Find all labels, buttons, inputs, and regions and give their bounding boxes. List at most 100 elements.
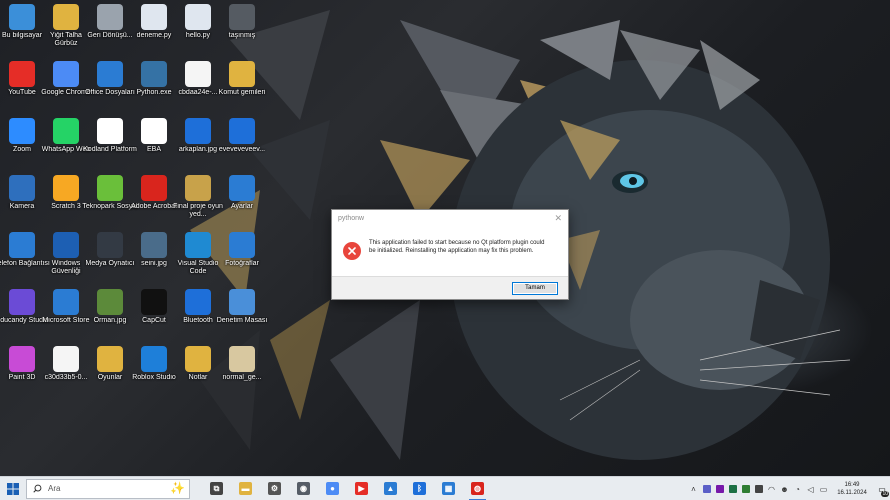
notification-count: 10 (881, 491, 889, 497)
youtube-icon: ▶ (355, 482, 368, 495)
teams-icon[interactable] (700, 477, 713, 500)
taskbar-app[interactable]: ● (318, 477, 347, 500)
camera-icon: ◉ (297, 482, 310, 495)
dialog-titlebar[interactable]: pythonw ✕ (332, 210, 568, 226)
taskbar-app[interactable]: ⚙ (260, 477, 289, 500)
media-player-icon (97, 232, 123, 258)
kodland-icon (97, 118, 123, 144)
python-error-icon: ◍ (471, 482, 484, 495)
image-file-icon (141, 232, 167, 258)
onenote-icon[interactable] (713, 477, 726, 500)
volume-icon[interactable]: ◁ (804, 477, 817, 500)
chrome-icon: ● (326, 482, 339, 495)
close-icon[interactable]: ✕ (554, 213, 562, 224)
store-icon: ▦ (442, 482, 455, 495)
blank-file-icon (185, 61, 211, 87)
camera-icon (9, 175, 35, 201)
taskbar-app[interactable]: ▦ (434, 477, 463, 500)
python-file-icon (141, 4, 167, 30)
people-icon[interactable]: ☻ (778, 477, 791, 500)
folder-icon (185, 346, 211, 372)
taskbar-app[interactable]: ▬ (231, 477, 260, 500)
app-icon-glyph (754, 485, 763, 493)
chrome-icon (53, 61, 79, 87)
app-icon[interactable] (752, 477, 765, 500)
taskbar-app[interactable]: ᛒ (405, 477, 434, 500)
control-panel-icon (229, 289, 255, 315)
shield-icon (53, 232, 79, 258)
python-file-icon (185, 4, 211, 30)
desktop-icon-label: taşınmış (228, 32, 256, 39)
desktop-icon[interactable]: Fotoğraflar (214, 232, 270, 286)
desktop-icon[interactable]: Denetim Masası (214, 289, 270, 343)
desktop-icon-label: Fotoğraflar (225, 260, 259, 267)
file-explorer-icon: ▬ (239, 482, 252, 495)
dialog-body: This application failed to start because… (332, 226, 568, 276)
battery-icon[interactable]: ▭ (817, 477, 830, 500)
security-icon-glyph (741, 485, 750, 493)
photos-icon (229, 232, 255, 258)
youtube-icon (9, 61, 35, 87)
clock[interactable]: 16:49 16.11.2024 (832, 481, 872, 497)
dialog-footer: Tamam (332, 276, 568, 299)
roblox-icon (141, 346, 167, 372)
desktop-icon-label: Denetim Masası (216, 317, 268, 324)
this-pc-icon (9, 4, 35, 30)
python-exe-icon (141, 61, 167, 87)
settings-icon: ⚙ (268, 482, 281, 495)
ok-button[interactable]: Tamam (512, 281, 558, 295)
taskbar-search[interactable]: Ara ✨ (26, 478, 190, 499)
start-button[interactable] (0, 477, 26, 500)
security-icon[interactable] (739, 477, 752, 500)
acrobat-icon (141, 175, 167, 201)
vscode-icon (185, 232, 211, 258)
eba-icon (141, 118, 167, 144)
taskbar-app[interactable]: ◍ (463, 477, 492, 500)
tray-icons: ˄ ◠ ☻ ◔ ◁ ▭ (687, 477, 830, 500)
taskbar-app[interactable]: ▲ (376, 477, 405, 500)
scratch-icon (53, 175, 79, 201)
store-icon (53, 289, 79, 315)
file-icon (229, 346, 255, 372)
chevron-up-icon[interactable]: ˄ (687, 477, 700, 500)
desktop-icon-label: Ayarlar (230, 203, 254, 210)
excel-icon[interactable] (726, 477, 739, 500)
teams-icon-glyph (702, 485, 711, 493)
archive-icon (185, 175, 211, 201)
search-placeholder: Ara (48, 484, 61, 493)
folder-icon (229, 4, 255, 30)
bluetooth-icon (185, 289, 211, 315)
desktop-icon[interactable]: Ayarlar (214, 175, 270, 229)
taskbar-app[interactable]: ◉ (289, 477, 318, 500)
desktop-icon[interactable]: Komut gemileri (214, 61, 270, 115)
desktop-icon[interactable]: eveveveveev... (214, 118, 270, 172)
system-tray: ˄ ◠ ☻ ◔ ◁ ▭ 16:49 16.11.2024 ▭ 10 (687, 477, 890, 500)
capcut-icon (141, 289, 167, 315)
error-icon (343, 242, 361, 260)
desktop-icon[interactable]: normal_ge... (214, 346, 270, 400)
whatsapp-icon (53, 118, 79, 144)
error-dialog: pythonw ✕ This application failed to sta… (331, 209, 569, 300)
educandy-icon (9, 289, 35, 315)
zoom-icon (9, 118, 35, 144)
network-icon[interactable]: ◠ (765, 477, 778, 500)
notification-button[interactable]: ▭ 10 (874, 477, 890, 500)
desktop-icon[interactable]: taşınmış (214, 4, 270, 58)
search-icon (33, 484, 42, 493)
windows-image-icon (229, 118, 255, 144)
desktop-icon-label: eveveveveev... (218, 146, 266, 153)
wifi-icon[interactable]: ◔ (791, 477, 804, 500)
dialog-message: This application failed to start because… (369, 240, 545, 254)
paint3d-icon (9, 346, 35, 372)
blank-file-icon (53, 346, 79, 372)
clock-time: 16:49 (844, 482, 860, 488)
desktop-icon-label: Komut gemileri (218, 89, 266, 96)
taskbar-app[interactable]: ▶ (347, 477, 376, 500)
windows-logo-icon (7, 482, 19, 495)
desktop-icon-label: normal_ge... (222, 374, 262, 381)
dialog-title: pythonw (338, 214, 365, 222)
onedrive-icon (97, 61, 123, 87)
taskbar: Ara ✨ ⧉ ▬ ⚙ ◉ ● ▶ ▲ ᛒ ▦ ◍ ˄ ◠ ☻ ◔ ◁ ▭ 16:49 16.11.2024… (0, 476, 890, 500)
taskbar-app[interactable]: ⧉ (202, 477, 231, 500)
user-folder-icon (53, 4, 79, 30)
